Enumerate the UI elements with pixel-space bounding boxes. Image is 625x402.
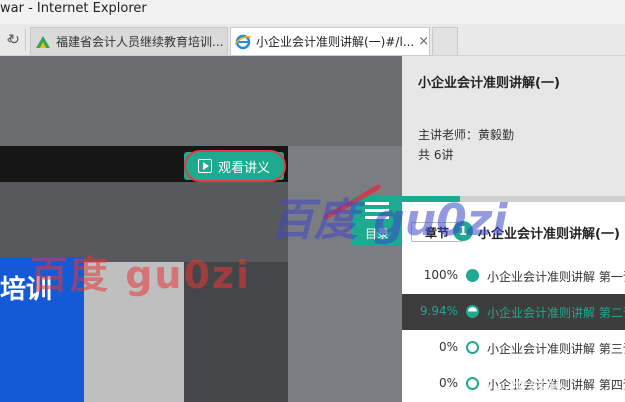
site-logo-icon bbox=[36, 35, 50, 48]
new-tab-button[interactable] bbox=[432, 27, 458, 55]
play-icon bbox=[197, 159, 212, 173]
lesson-status-icon bbox=[466, 377, 479, 390]
lesson-percent: 100% bbox=[423, 268, 458, 282]
course-info-panel: 小企业会计准则讲解(一) 主讲老师：黄毅勤 共 6讲 bbox=[402, 56, 625, 196]
lesson-item[interactable]: 9.94% 小企业会计准则讲解 第二讲 bbox=[402, 294, 625, 330]
tab-label: 福建省会计人员继续教育培训... bbox=[56, 35, 224, 49]
watermark-stroke-icon bbox=[323, 184, 381, 220]
course-title: 小企业会计准则讲解(一) bbox=[418, 76, 560, 91]
lesson-item[interactable]: 100% 小企业会计准则讲解 第一讲 bbox=[402, 258, 625, 294]
tab-fujian-training[interactable]: 福建省会计人员继续教育培训... bbox=[30, 27, 228, 55]
tab-bar: ‹ ↻ 福建省会计人员继续教育培训... 小企业会计准则讲解(一)#/l... … bbox=[0, 24, 625, 56]
slide-dark-panel bbox=[184, 262, 288, 402]
lesson-item[interactable]: 0% 小企业会计准则讲解 第三讲 bbox=[402, 330, 625, 366]
lesson-status-icon bbox=[466, 269, 479, 282]
video-player[interactable]: 培训 bbox=[0, 182, 288, 402]
lesson-list: 章节 1 小企业会计准则讲解(一) 100% 小企业会计准则讲解 第一讲 9.9… bbox=[402, 202, 625, 402]
chapter-title: 小企业会计准则讲解(一) bbox=[478, 227, 620, 242]
nav-divider bbox=[25, 29, 26, 51]
lesson-title: 小企业会计准则讲解 第二讲 bbox=[487, 306, 625, 320]
lesson-status-icon bbox=[466, 305, 479, 318]
course-teacher: 主讲老师：黄毅勤 bbox=[418, 128, 515, 142]
lesson-percent: 9.94% bbox=[419, 304, 458, 318]
slide-text: 培训 bbox=[0, 275, 53, 305]
slide-banner: 培训 bbox=[0, 257, 84, 402]
refresh-icon[interactable]: ↻ bbox=[5, 29, 23, 51]
catalog-label: 目录 bbox=[364, 227, 389, 241]
lesson-status-icon bbox=[466, 341, 479, 354]
slide-page bbox=[84, 262, 184, 402]
chapter-number-badge: 1 bbox=[453, 221, 473, 241]
lecture-count: 共 6讲 bbox=[418, 148, 454, 162]
view-lecture-button[interactable]: 观看讲义 bbox=[184, 152, 284, 180]
lesson-title: 小企业会计准则讲解 第一讲 bbox=[487, 270, 625, 284]
page-content: 培训 观看讲义 小企业会计准则讲解(一) 主讲老师：黄毅勤 共 6讲 目录 章节… bbox=[0, 56, 625, 402]
close-icon[interactable]: × bbox=[414, 34, 429, 49]
window-title: war - Internet Explorer bbox=[0, 1, 147, 16]
ie-logo-icon bbox=[235, 34, 251, 49]
tab-course-lecture[interactable]: 小企业会计准则讲解(一)#/l... × bbox=[230, 27, 430, 55]
view-lecture-label: 观看讲义 bbox=[217, 160, 270, 176]
window-titlebar: war - Internet Explorer bbox=[0, 0, 625, 24]
player-top-area bbox=[0, 56, 402, 146]
lesson-title: 小企业会计准则讲解 第四讲 bbox=[487, 378, 625, 392]
chapter-header[interactable]: 章节 1 小企业会计准则讲解(一) bbox=[402, 218, 625, 246]
lesson-item[interactable]: 0% 小企业会计准则讲解 第四讲 bbox=[402, 366, 625, 402]
lesson-percent: 0% bbox=[438, 340, 458, 354]
lesson-title: 小企业会计准则讲解 第三讲 bbox=[487, 342, 625, 356]
tab-label: 小企业会计准则讲解(一)#/l... bbox=[256, 35, 415, 49]
lesson-percent: 0% bbox=[438, 376, 458, 390]
